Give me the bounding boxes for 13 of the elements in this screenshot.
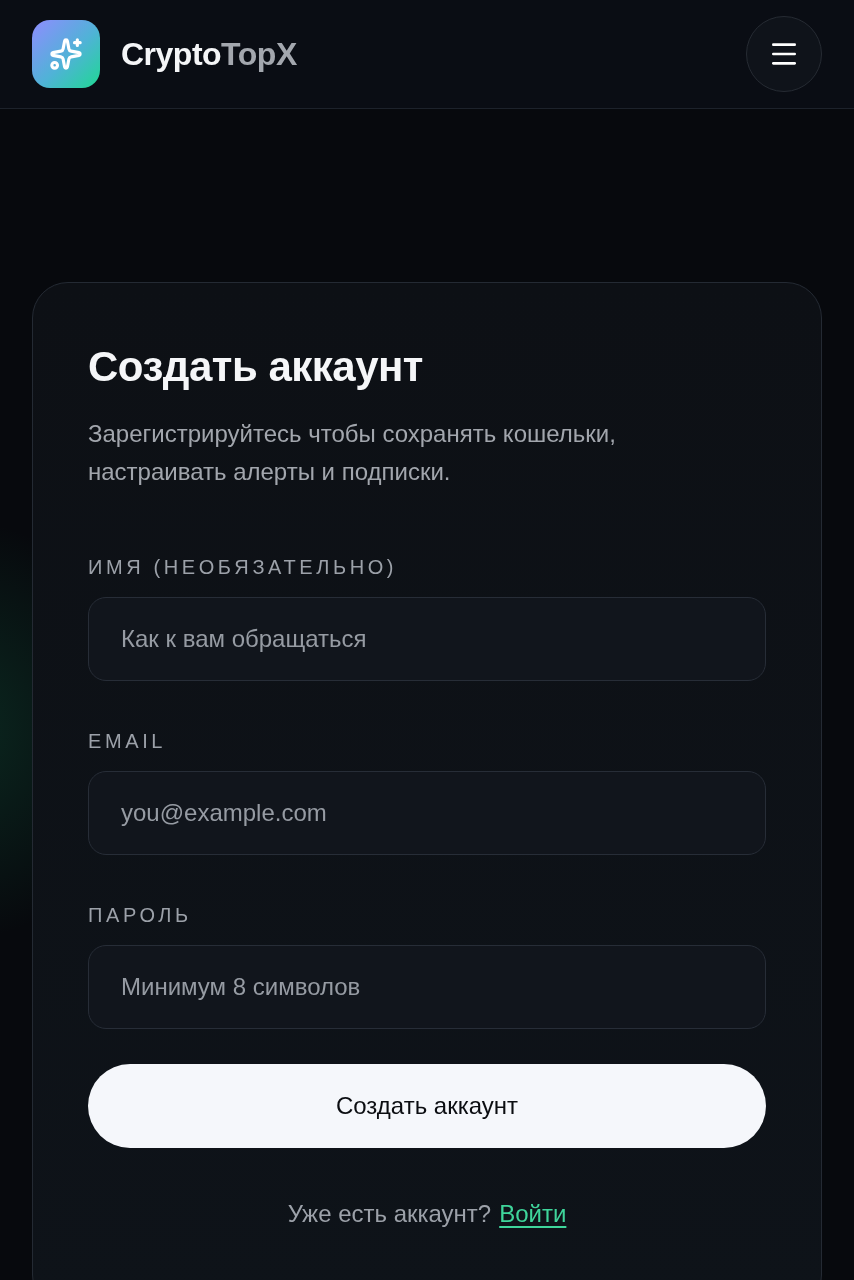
brand-name: CryptoTopX <box>121 38 297 70</box>
card-subtitle: Зарегистрируйтесь чтобы сохранять кошельки, настраивать алерты и подписки. <box>88 419 617 487</box>
input-field[interactable]: Минимум 8 символов <box>88 945 766 1029</box>
create-account-button[interactable]: Создать аккаунт <box>88 1064 766 1148</box>
field-label: ИМЯ (НЕОБЯЗАТЕЛЬНО) <box>88 555 399 579</box>
signin-prompt: Уже есть аккаунт? <box>287 1199 492 1229</box>
sparkle-logo-icon <box>32 20 100 88</box>
input-field[interactable]: Как к вам обращаться <box>88 597 766 681</box>
field-label: ПАРОЛЬ <box>88 903 193 927</box>
signin-link[interactable]: Войти <box>499 1198 567 1230</box>
field-label: EMAIL <box>88 729 168 753</box>
input-field[interactable]: you@example.com <box>88 771 766 855</box>
card-title: Создать аккаунт <box>88 342 424 392</box>
